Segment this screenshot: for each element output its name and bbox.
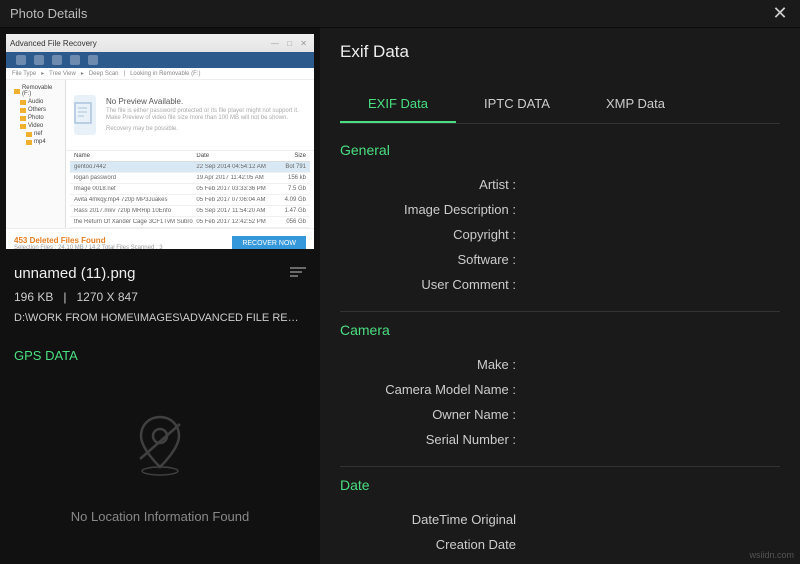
gps-title: GPS DATA	[14, 348, 306, 363]
thumb-recover-button: RECOVER NOW	[232, 236, 306, 249]
dialog-header: Photo Details ✕	[0, 0, 800, 28]
file-path: D:\WORK FROM HOME\IMAGES\ADVANCED FILE R…	[14, 312, 306, 324]
field-label: Serial Number :	[340, 432, 520, 447]
no-location-text: No Location Information Found	[71, 509, 250, 524]
thumb-footer: 453 Deleted Files Found Selection Files …	[6, 228, 314, 249]
table-row: gentoo.r44222 Sep 2014 04:54:12 AMBot 79…	[70, 162, 310, 173]
table-row: the Return Of Xander Cage 3CF1TvM Subro0…	[70, 217, 310, 228]
table-header: Name Date Size	[70, 151, 310, 162]
main-container: Advanced File Recovery — □ ✕ File Type ▸…	[0, 28, 800, 564]
field-software: Software :	[340, 247, 780, 272]
file-size: 196 KB	[14, 290, 53, 304]
field-owner-name: Owner Name :	[340, 402, 780, 427]
thumb-preview-note: Recovery may be possible.	[106, 126, 306, 133]
tab-exif[interactable]: EXIF Data	[340, 86, 456, 123]
field-copyright: Copyright :	[340, 222, 780, 247]
field-artist: Artist :	[340, 172, 780, 197]
thumb-toolbar	[6, 52, 314, 68]
field-label: User Comment :	[340, 277, 520, 292]
exif-panel-title: Exif Data	[340, 42, 780, 62]
thumb-body: Removable (F:) Audio Others Photo Video …	[6, 80, 314, 228]
field-image-description: Image Description :	[340, 197, 780, 222]
tabs: EXIF Data IPTC DATA XMP Data	[340, 86, 780, 124]
field-label: Image Description :	[340, 202, 520, 217]
section-divider	[340, 466, 780, 467]
thumb-titlebar: Advanced File Recovery — □ ✕	[6, 34, 314, 52]
close-icon[interactable]: ✕	[770, 3, 790, 24]
file-dimensions: 1270 X 847	[77, 290, 138, 304]
gps-content: No Location Information Found	[14, 383, 306, 550]
thumb-breadcrumb: File Type ▸ Tree View ▸ Deep Scan | Look…	[6, 68, 314, 80]
table-row: Image 0018.nef05 Feb 2017 03:33:36 PM7.5…	[70, 184, 310, 195]
file-meta: 196 KB | 1270 X 847	[14, 290, 306, 304]
thumb-preview-area: No Preview Available. The file is either…	[66, 80, 314, 151]
file-info: unnamed (11).png 196 KB | 1270 X 847 D:\…	[0, 255, 320, 334]
document-icon	[74, 95, 96, 135]
section-general-title: General	[340, 142, 780, 158]
field-camera-model: Camera Model Name :	[340, 377, 780, 402]
table-row: Rass 2017.mkv 720p MRRip 10Enfo05 Sep 20…	[70, 206, 310, 217]
thumbnail-container: Advanced File Recovery — □ ✕ File Type ▸…	[0, 28, 320, 255]
thumb-sidebar: Removable (F:) Audio Others Photo Video …	[6, 80, 66, 228]
gps-section: GPS DATA No Location Information Found	[0, 334, 320, 564]
right-panel: Exif Data EXIF Data IPTC DATA XMP Data G…	[320, 28, 800, 564]
section-date-title: Date	[340, 477, 780, 493]
thumb-preview-sub: The file is either password protected or…	[106, 108, 306, 122]
field-make: Make :	[340, 352, 780, 377]
thumb-main: No Preview Available. The file is either…	[66, 80, 314, 228]
table-row: logan password19 Apr 2017 11:42:05 AM156…	[70, 173, 310, 184]
section-camera-title: Camera	[340, 322, 780, 338]
tab-iptc[interactable]: IPTC DATA	[456, 86, 578, 123]
field-label: Artist :	[340, 177, 520, 192]
field-label: DateTime Original	[340, 512, 520, 527]
thumb-files-found: 453 Deleted Files Found	[14, 236, 163, 245]
thumb-file-table: Name Date Size gentoo.r44222 Sep 2014 04…	[66, 151, 314, 228]
thumb-files-sub: Selection Files : 24.10 MB / 14.2 Total …	[14, 245, 163, 249]
field-label: Copyright :	[340, 227, 520, 242]
watermark: wsiidn.com	[749, 550, 794, 560]
field-creation-date: Creation Date	[340, 532, 780, 557]
field-label: Camera Model Name :	[340, 382, 520, 397]
table-row: Avita 4mkqy.mp4 720p MP3Juakes05 Feb 201…	[70, 195, 310, 206]
field-user-comment: User Comment :	[340, 272, 780, 297]
field-datetime-original: DateTime Original	[340, 507, 780, 532]
field-label: Make :	[340, 357, 520, 372]
field-label: Software :	[340, 252, 520, 267]
thumb-app-title: Advanced File Recovery	[10, 39, 97, 48]
location-pin-icon	[125, 409, 195, 479]
left-panel: Advanced File Recovery — □ ✕ File Type ▸…	[0, 28, 320, 564]
file-name: unnamed (11).png	[14, 265, 135, 282]
tab-xmp[interactable]: XMP Data	[578, 86, 693, 123]
thumb-window-controls: — □ ✕	[271, 39, 310, 48]
thumb-preview-title: No Preview Available.	[106, 97, 306, 106]
field-label: Creation Date	[340, 537, 520, 552]
dialog-title: Photo Details	[10, 6, 87, 21]
thumb-preview-text: No Preview Available. The file is either…	[106, 97, 306, 134]
image-thumbnail[interactable]: Advanced File Recovery — □ ✕ File Type ▸…	[6, 34, 314, 249]
field-serial-number: Serial Number :	[340, 427, 780, 452]
field-label: Owner Name :	[340, 407, 520, 422]
more-options-icon[interactable]	[290, 266, 306, 281]
section-divider	[340, 311, 780, 312]
